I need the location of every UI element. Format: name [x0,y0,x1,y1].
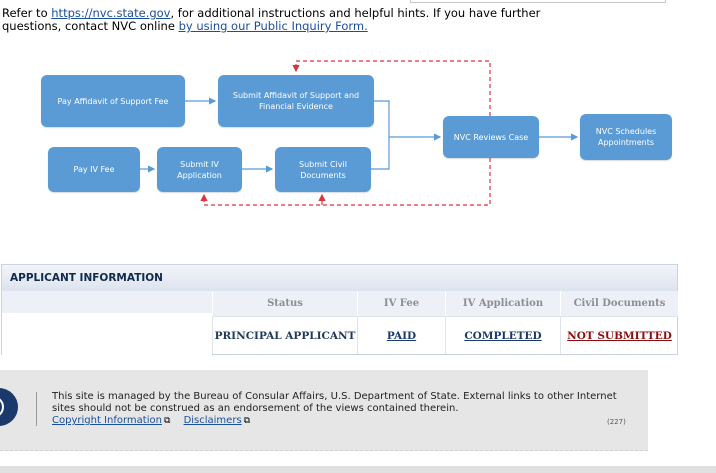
iv-application-link[interactable]: COMPLETED [445,316,560,354]
col-head-iv-fee: IV Fee [357,291,445,316]
pay-affidavit-box: Pay Affidavit of Support Fee [41,75,185,127]
nvc-schedules-box: NVC Schedules Appointments [580,114,672,160]
status-value: PRINCIPAL APPLICANT [212,316,357,354]
submit-iv-application-box: Submit IV Application [157,147,242,192]
top-search-field-edge[interactable] [410,0,666,3]
pay-iv-fee-box: Pay IV Fee [48,147,140,192]
disclaimers-label: Disclaimers [183,415,242,426]
col-head-status: Status [212,291,357,316]
intro-text: Refer to [2,6,52,20]
external-link-icon: ⧉ [243,416,251,426]
external-link-icon: ⧉ [163,416,171,426]
copyright-label: Copyright Information [52,415,162,426]
intro-paragraph: Refer to https://nvc.state.gov, for addi… [2,7,562,33]
disclaimers-link[interactable]: Disclaimers [184,415,242,426]
applicant-label-shade [2,291,212,313]
copyright-link[interactable]: Copyright Information [52,415,162,426]
footer-links: Copyright Information ⧉ Disclaimers ⧉ [52,415,250,426]
applicant-information-header: APPLICANT INFORMATION [2,265,677,292]
submit-affidavit-box: Submit Affidavit of Support and Financia… [218,75,374,127]
footer-disclaimer-text: This site is managed by the Bureau of Co… [52,391,617,414]
applicant-information-panel: APPLICANT INFORMATION Status IV Fee IV A… [1,264,678,355]
state-department-seal-icon [0,388,18,426]
applicant-name-area [2,313,212,355]
footer-divider [36,392,37,426]
site-footer: This site is managed by the Bureau of Co… [0,370,648,451]
public-inquiry-link[interactable]: by using our Public Inquiry Form. [179,19,368,33]
col-head-iv-application: IV Application [445,291,560,316]
col-head-civil-documents: Civil Documents [560,291,678,316]
bottom-scroll-bar[interactable] [0,466,716,473]
iv-fee-link[interactable]: PAID [357,316,445,354]
page-code: (227) [607,418,626,426]
submit-civil-documents-box: Submit Civil Documents [275,147,371,192]
civil-documents-link[interactable]: NOT SUBMITTED [560,316,678,354]
nvc-reviews-case-box: NVC Reviews Case [443,116,539,158]
nvc-site-link[interactable]: https://nvc.state.gov [51,6,170,20]
